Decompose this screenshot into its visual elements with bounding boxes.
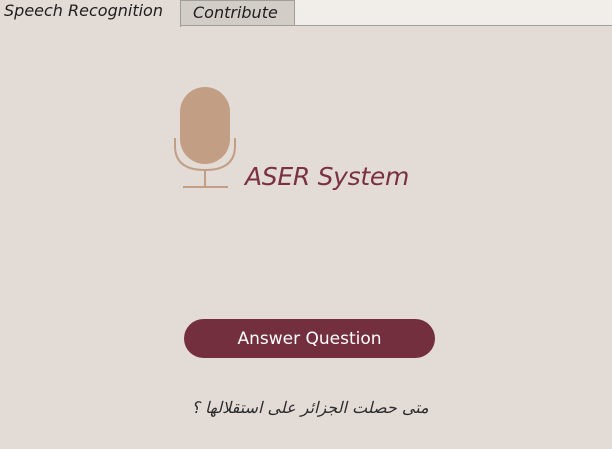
microphone-icon xyxy=(174,87,236,188)
tab-bar: Speech Recognition Contribute xyxy=(0,0,612,27)
answer-question-button[interactable]: Answer Question xyxy=(184,319,435,358)
question-text: متى حصلت الجزائر على استقلالها ؟ xyxy=(191,398,429,417)
tab-contribute[interactable]: Contribute xyxy=(181,0,295,26)
tab-speech-recognition[interactable]: Speech Recognition xyxy=(0,0,181,27)
app-title: ASER System xyxy=(245,162,410,191)
